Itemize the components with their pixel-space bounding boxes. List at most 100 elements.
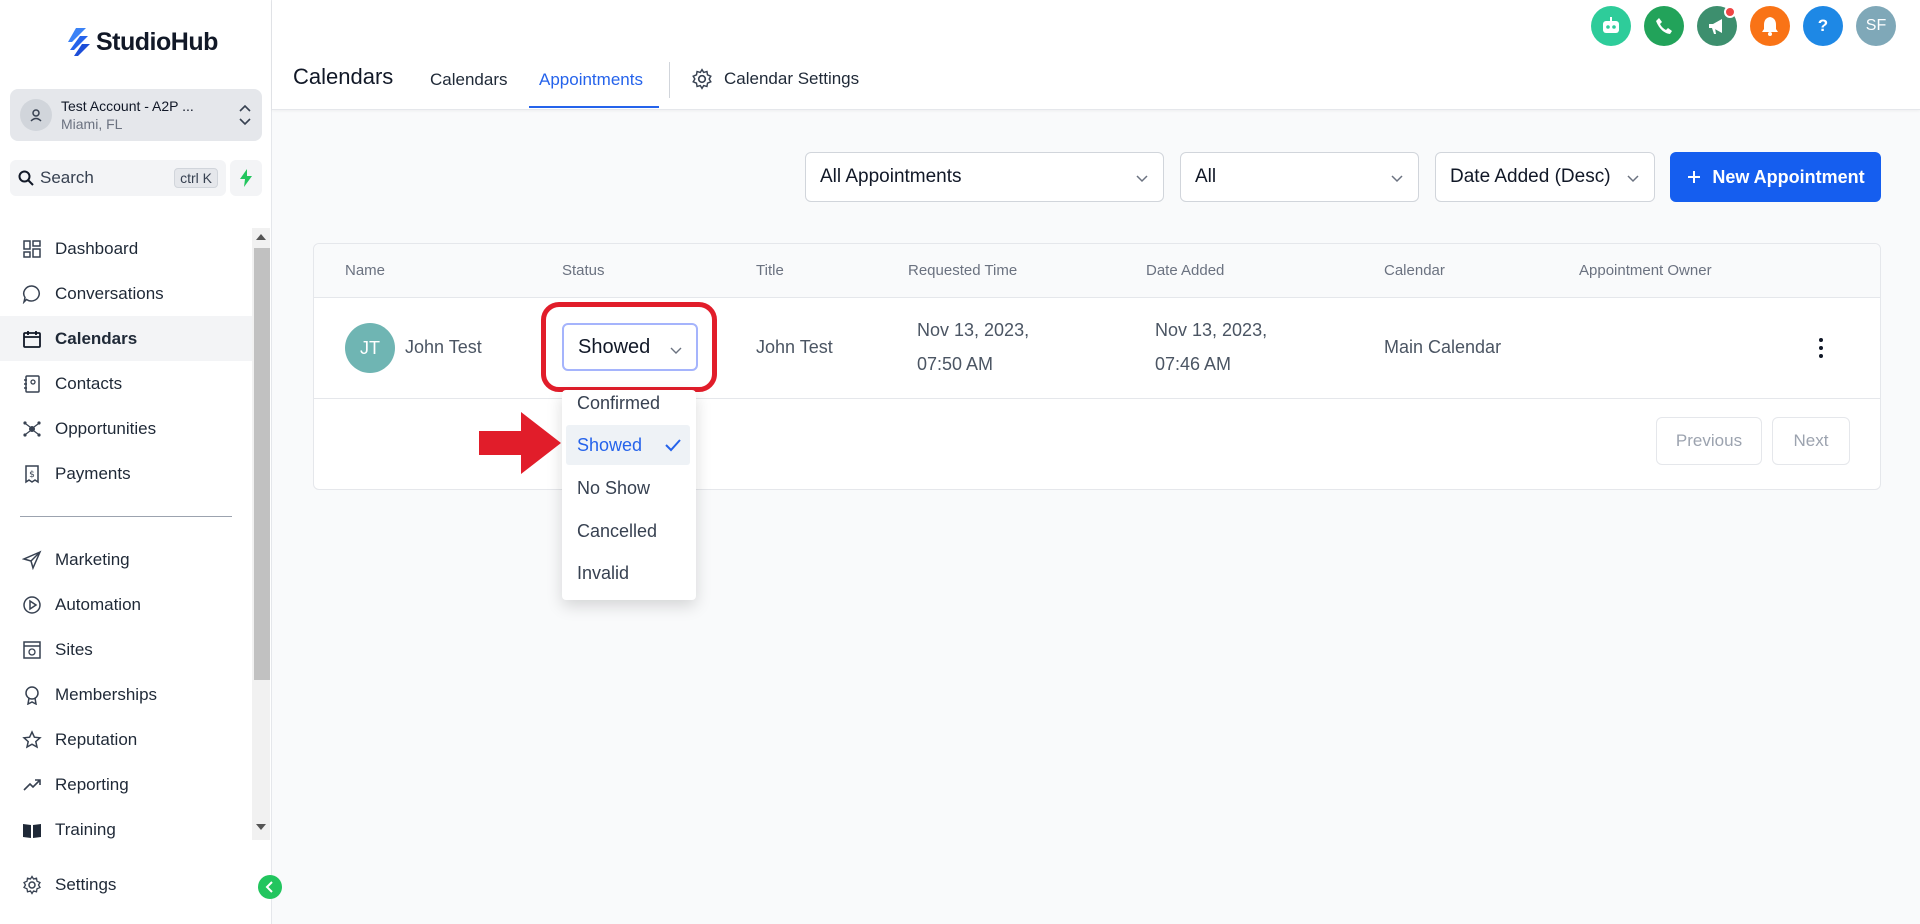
column-header-date-added[interactable]: Date Added xyxy=(1146,262,1224,279)
chevron-down-icon xyxy=(1136,175,1148,183)
sidebar-item-label: Conversations xyxy=(55,283,164,303)
sidebar-item-label: Training xyxy=(55,819,116,839)
sidebar-item-label: Memberships xyxy=(55,684,158,704)
sidebar-item-marketing[interactable]: Marketing xyxy=(0,537,252,582)
sidebar-item-label: Marketing xyxy=(55,549,130,569)
brand-logo[interactable]: StudioHub xyxy=(66,26,218,58)
sidebar-item-calendars[interactable]: Calendars xyxy=(0,316,252,361)
appointments-filter-select[interactable]: All Appointments xyxy=(805,152,1164,202)
svg-text:$: $ xyxy=(29,470,35,480)
sidebar-item-settings[interactable]: Settings xyxy=(0,862,252,907)
ai-assistant-button[interactable] xyxy=(1591,6,1631,46)
checkmark-icon xyxy=(665,439,681,452)
column-header-status[interactable]: Status xyxy=(562,262,605,279)
search-shortcut: ctrl K xyxy=(174,168,218,188)
help-button[interactable]: ? xyxy=(1803,6,1843,46)
calendar-icon xyxy=(23,330,41,348)
chevron-down-icon xyxy=(1391,175,1403,183)
tab-calendars[interactable]: Calendars xyxy=(430,70,508,90)
sidebar-item-training[interactable]: Training xyxy=(0,807,252,852)
sidebar-item-conversations[interactable]: Conversations xyxy=(0,271,252,316)
phone-button[interactable] xyxy=(1644,6,1684,46)
chat-icon xyxy=(22,284,40,304)
previous-page-button[interactable]: Previous xyxy=(1656,417,1762,465)
location-icon xyxy=(20,99,52,131)
phone-icon xyxy=(1656,18,1672,34)
sidebar-item-opportunities[interactable]: Opportunities xyxy=(0,406,252,451)
lightning-icon xyxy=(240,169,252,187)
announcements-button[interactable] xyxy=(1697,6,1737,46)
search-button[interactable]: Search ctrl K xyxy=(10,160,226,196)
collapse-sidebar-button[interactable] xyxy=(258,875,282,899)
sidebar-item-dashboard[interactable]: Dashboard xyxy=(0,226,252,271)
status-option-showed[interactable]: Showed xyxy=(566,425,690,465)
sidebar-item-sites[interactable]: Sites xyxy=(0,627,252,672)
sidebar-item-contacts[interactable]: Contacts xyxy=(0,361,252,406)
dashboard-icon xyxy=(23,239,41,258)
notifications-button[interactable] xyxy=(1750,6,1790,46)
sort-select[interactable]: Date Added (Desc) xyxy=(1435,152,1655,202)
quick-actions-button[interactable] xyxy=(230,160,262,196)
sidebar-item-label: Payments xyxy=(55,463,131,483)
tab-separator xyxy=(669,62,670,98)
chevron-down-icon xyxy=(1627,175,1639,183)
status-option-no-show[interactable]: No Show xyxy=(562,468,696,508)
search-icon xyxy=(18,170,34,186)
nav-primary: Dashboard Conversations Calendars Contac… xyxy=(0,226,252,496)
user-avatar[interactable]: SF xyxy=(1856,6,1896,46)
column-header-title[interactable]: Title xyxy=(756,262,784,279)
gear-icon xyxy=(692,68,712,90)
calendar-filter-select[interactable]: All xyxy=(1180,152,1419,202)
column-header-appointment-owner[interactable]: Appointment Owner xyxy=(1579,262,1712,279)
status-option-invalid[interactable]: Invalid xyxy=(562,553,696,593)
select-value: All xyxy=(1195,166,1217,187)
column-header-requested-time[interactable]: Requested Time xyxy=(908,262,1017,279)
nav-secondary: Marketing Automation Sites Memberships R… xyxy=(0,537,252,852)
tab-appointments[interactable]: Appointments xyxy=(539,70,643,90)
scroll-up-arrow-icon[interactable] xyxy=(256,234,266,240)
select-value: All Appointments xyxy=(820,166,962,187)
sidebar-item-label: Settings xyxy=(55,874,117,894)
send-icon xyxy=(22,550,42,570)
header-actions: ? SF xyxy=(1591,6,1896,46)
sidebar-item-reputation[interactable]: Reputation xyxy=(0,717,252,762)
next-page-button[interactable]: Next xyxy=(1772,417,1850,465)
contact-avatar: JT xyxy=(345,323,395,373)
annotation-highlight-box xyxy=(541,302,717,392)
account-switcher[interactable]: Test Account - A2P ... Miami, FL xyxy=(10,89,262,141)
sidebar-item-label: Reputation xyxy=(55,729,138,749)
status-option-confirmed[interactable]: Confirmed xyxy=(562,390,696,423)
account-location: Miami, FL xyxy=(61,116,123,132)
sidebar-item-automation[interactable]: Automation xyxy=(0,582,252,627)
appointment-title: John Test xyxy=(756,337,833,357)
notification-dot xyxy=(1724,6,1736,18)
sidebar-item-label: Reporting xyxy=(55,774,129,794)
sidebar-item-memberships[interactable]: Memberships xyxy=(0,672,252,717)
more-options-icon[interactable] xyxy=(1819,338,1823,362)
account-name: Test Account - A2P ... xyxy=(61,98,194,114)
chevron-updown-icon xyxy=(239,104,251,126)
plus-icon xyxy=(1688,171,1701,183)
status-dropdown-menu: Confirmed Showed No Show Cancelled Inval… xyxy=(562,390,696,600)
tab-calendar-settings[interactable]: Calendar Settings xyxy=(691,68,859,90)
robot-icon xyxy=(1603,17,1619,33)
contact-name[interactable]: John Test xyxy=(405,337,482,358)
column-header-calendar[interactable]: Calendar xyxy=(1384,262,1445,279)
active-tab-indicator xyxy=(529,106,659,108)
top-header: Calendars Calendars Appointments Calenda… xyxy=(272,0,1920,110)
sidebar-scrollbar-thumb[interactable] xyxy=(254,248,270,680)
payments-icon: $ xyxy=(25,464,39,483)
contacts-icon xyxy=(24,374,40,393)
column-header-name[interactable]: Name xyxy=(345,262,385,279)
sidebar-item-reporting[interactable]: Reporting xyxy=(0,762,252,807)
added-time: 07:46 AM xyxy=(1155,354,1232,374)
star-icon xyxy=(22,729,42,748)
gear-icon xyxy=(23,874,41,895)
chevron-left-icon xyxy=(265,881,273,893)
scroll-down-arrow-icon[interactable] xyxy=(256,824,266,830)
status-option-cancelled[interactable]: Cancelled xyxy=(562,511,696,551)
tab-label: Calendar Settings xyxy=(724,69,860,88)
sidebar: StudioHub Test Account - A2P ... Miami, … xyxy=(0,0,272,924)
new-appointment-button[interactable]: New Appointment xyxy=(1670,152,1881,202)
sidebar-item-payments[interactable]: $ Payments xyxy=(0,451,252,496)
